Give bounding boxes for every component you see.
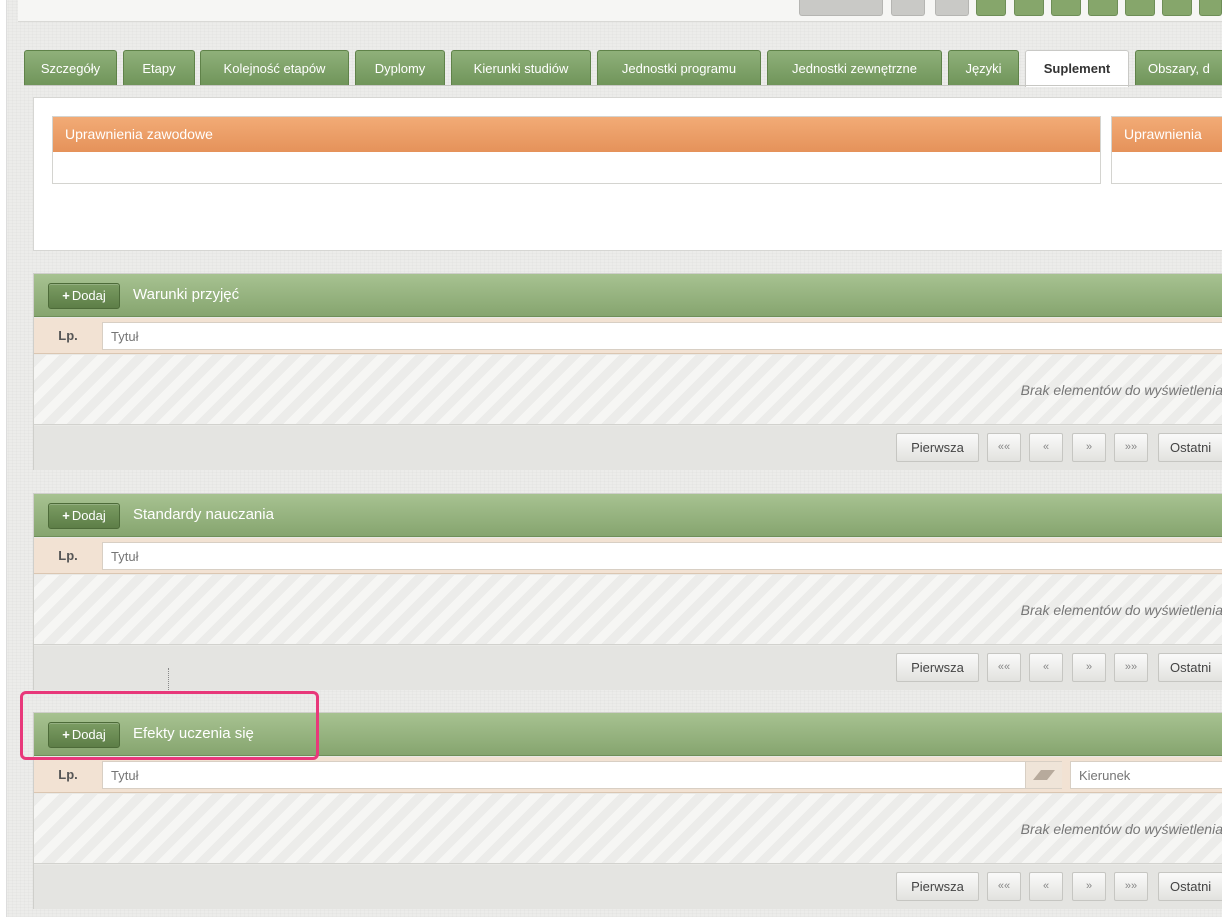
empty-message: Brak elementów do wyświetlenia: [1020, 382, 1222, 398]
grid-body: Brak elementów do wyświetlenia: [34, 794, 1222, 864]
tab-jednostki-zewnetrzne[interactable]: Jednostki zewnętrzne: [767, 50, 942, 86]
pager: Pierwsza «« « » »» Ostatni: [34, 426, 1222, 470]
tab-divider: [24, 85, 1222, 86]
section-title: Warunki przyjęć: [133, 286, 240, 303]
left-edge: [0, 0, 7, 917]
plus-icon: +: [62, 727, 70, 742]
add-button[interactable]: + Dodaj: [48, 722, 120, 748]
section-efekty-uczenia-sie: +Dodaj Efekty uczenia się Lp. Brak eleme…: [33, 712, 1222, 909]
toolbar-button[interactable]: [799, 0, 883, 16]
uprawnienia-header: Uprawnienia: [1112, 117, 1222, 152]
pager-first-button[interactable]: Pierwsza: [896, 433, 979, 462]
pager-last-button[interactable]: Ostatni: [1158, 433, 1222, 462]
toolbar-button[interactable]: [1199, 0, 1222, 16]
section-standardy-nauczania: +Dodaj Standardy nauczania Lp. Brak elem…: [33, 493, 1222, 690]
tab-etapy[interactable]: Etapy: [123, 50, 195, 86]
pager-last-button[interactable]: Ostatni: [1158, 872, 1222, 901]
empty-message: Brak elementów do wyświetlenia: [1020, 821, 1222, 837]
section-warunki-przyjec: +Dodaj Warunki przyjęć Lp. Brak elementó…: [33, 273, 1222, 470]
column-header-row: Lp.: [34, 538, 1222, 574]
toolbar-button[interactable]: [891, 0, 925, 16]
lp-column-header[interactable]: Lp.: [34, 538, 102, 574]
column-header-row: Lp.: [34, 757, 1222, 793]
top-toolbar: [18, 0, 1222, 22]
grid-body: Brak elementów do wyświetlenia: [34, 575, 1222, 645]
toolbar-button[interactable]: [1088, 0, 1118, 16]
sort-triangle-icon[interactable]: [1026, 761, 1062, 789]
pager-first-button[interactable]: Pierwsza: [896, 872, 979, 901]
pager: Pierwsza «« « » »» Ostatni: [34, 865, 1222, 909]
supplement-panel: Uprawnienia zawodowe Uprawnienia: [33, 97, 1222, 251]
section-title: Efekty uczenia się: [133, 725, 254, 742]
plus-icon: +: [62, 288, 70, 303]
tab-dyplomy[interactable]: Dyplomy: [355, 50, 445, 86]
pager-last-button[interactable]: Ostatni: [1158, 653, 1222, 682]
lp-column-header[interactable]: Lp.: [34, 318, 102, 354]
uprawnienia-zawodowe-header: Uprawnienia zawodowe: [53, 117, 1100, 152]
tab-obszary[interactable]: Obszary, d: [1135, 50, 1222, 86]
pager-back-far-button[interactable]: ««: [987, 433, 1021, 462]
toolbar-button[interactable]: [1051, 0, 1081, 16]
title-filter-input[interactable]: [102, 542, 1222, 570]
dotted-connector: [168, 668, 169, 690]
title-filter-input[interactable]: [102, 761, 1026, 789]
pager-forward-far-button[interactable]: »»: [1114, 433, 1148, 462]
pager-back-far-button[interactable]: ««: [987, 653, 1021, 682]
tab-kierunki-studiow[interactable]: Kierunki studiów: [451, 50, 591, 86]
kierunek-filter-input[interactable]: [1070, 761, 1222, 789]
tab-bar: Szczegóły Etapy Kolejność etapów Dyplomy…: [24, 50, 1222, 87]
tab-jezyki[interactable]: Języki: [948, 50, 1019, 86]
toolbar-button[interactable]: [976, 0, 1006, 16]
pager-next-button[interactable]: »: [1072, 433, 1106, 462]
section-header: + Dodaj Warunki przyjęć: [34, 274, 1222, 317]
uprawnienia-zawodowe-box: Uprawnienia zawodowe: [52, 116, 1101, 184]
pager-back-far-button[interactable]: ««: [987, 872, 1021, 901]
tab-suplement[interactable]: Suplement: [1025, 50, 1129, 87]
pager-first-button[interactable]: Pierwsza: [896, 653, 979, 682]
section-title: Standardy nauczania: [133, 506, 274, 523]
empty-message: Brak elementów do wyświetlenia: [1020, 602, 1222, 618]
pager-forward-far-button[interactable]: »»: [1114, 872, 1148, 901]
pager-next-button[interactable]: »: [1072, 653, 1106, 682]
pager-prev-button[interactable]: «: [1029, 433, 1063, 462]
toolbar-button[interactable]: [1014, 0, 1044, 16]
uprawnienia-box: Uprawnienia: [1111, 116, 1222, 184]
add-button[interactable]: + Dodaj: [48, 283, 120, 309]
lp-column-header[interactable]: Lp.: [34, 757, 102, 793]
grid-body: Brak elementów do wyświetlenia: [34, 355, 1222, 425]
toolbar-button[interactable]: [1162, 0, 1192, 16]
add-button[interactable]: + Dodaj: [48, 503, 120, 529]
section-header: + Dodaj Standardy nauczania: [34, 494, 1222, 537]
tab-kolejnosc-etapow[interactable]: Kolejność etapów: [200, 50, 349, 86]
title-filter-input[interactable]: [102, 322, 1222, 350]
pager-prev-button[interactable]: «: [1029, 872, 1063, 901]
section-header: + Dodaj Efekty uczenia się: [34, 713, 1222, 756]
tab-szczegoly[interactable]: Szczegóły: [24, 50, 117, 86]
toolbar-button[interactable]: [935, 0, 969, 16]
pager-forward-far-button[interactable]: »»: [1114, 653, 1148, 682]
plus-icon: +: [62, 508, 70, 523]
pager-next-button[interactable]: »: [1072, 872, 1106, 901]
toolbar-button[interactable]: [1125, 0, 1155, 16]
pager: Pierwsza «« « » »» Ostatni: [34, 646, 1222, 690]
pager-prev-button[interactable]: «: [1029, 653, 1063, 682]
tab-jednostki-programu[interactable]: Jednostki programu: [597, 50, 761, 86]
column-header-row: Lp.: [34, 318, 1222, 354]
